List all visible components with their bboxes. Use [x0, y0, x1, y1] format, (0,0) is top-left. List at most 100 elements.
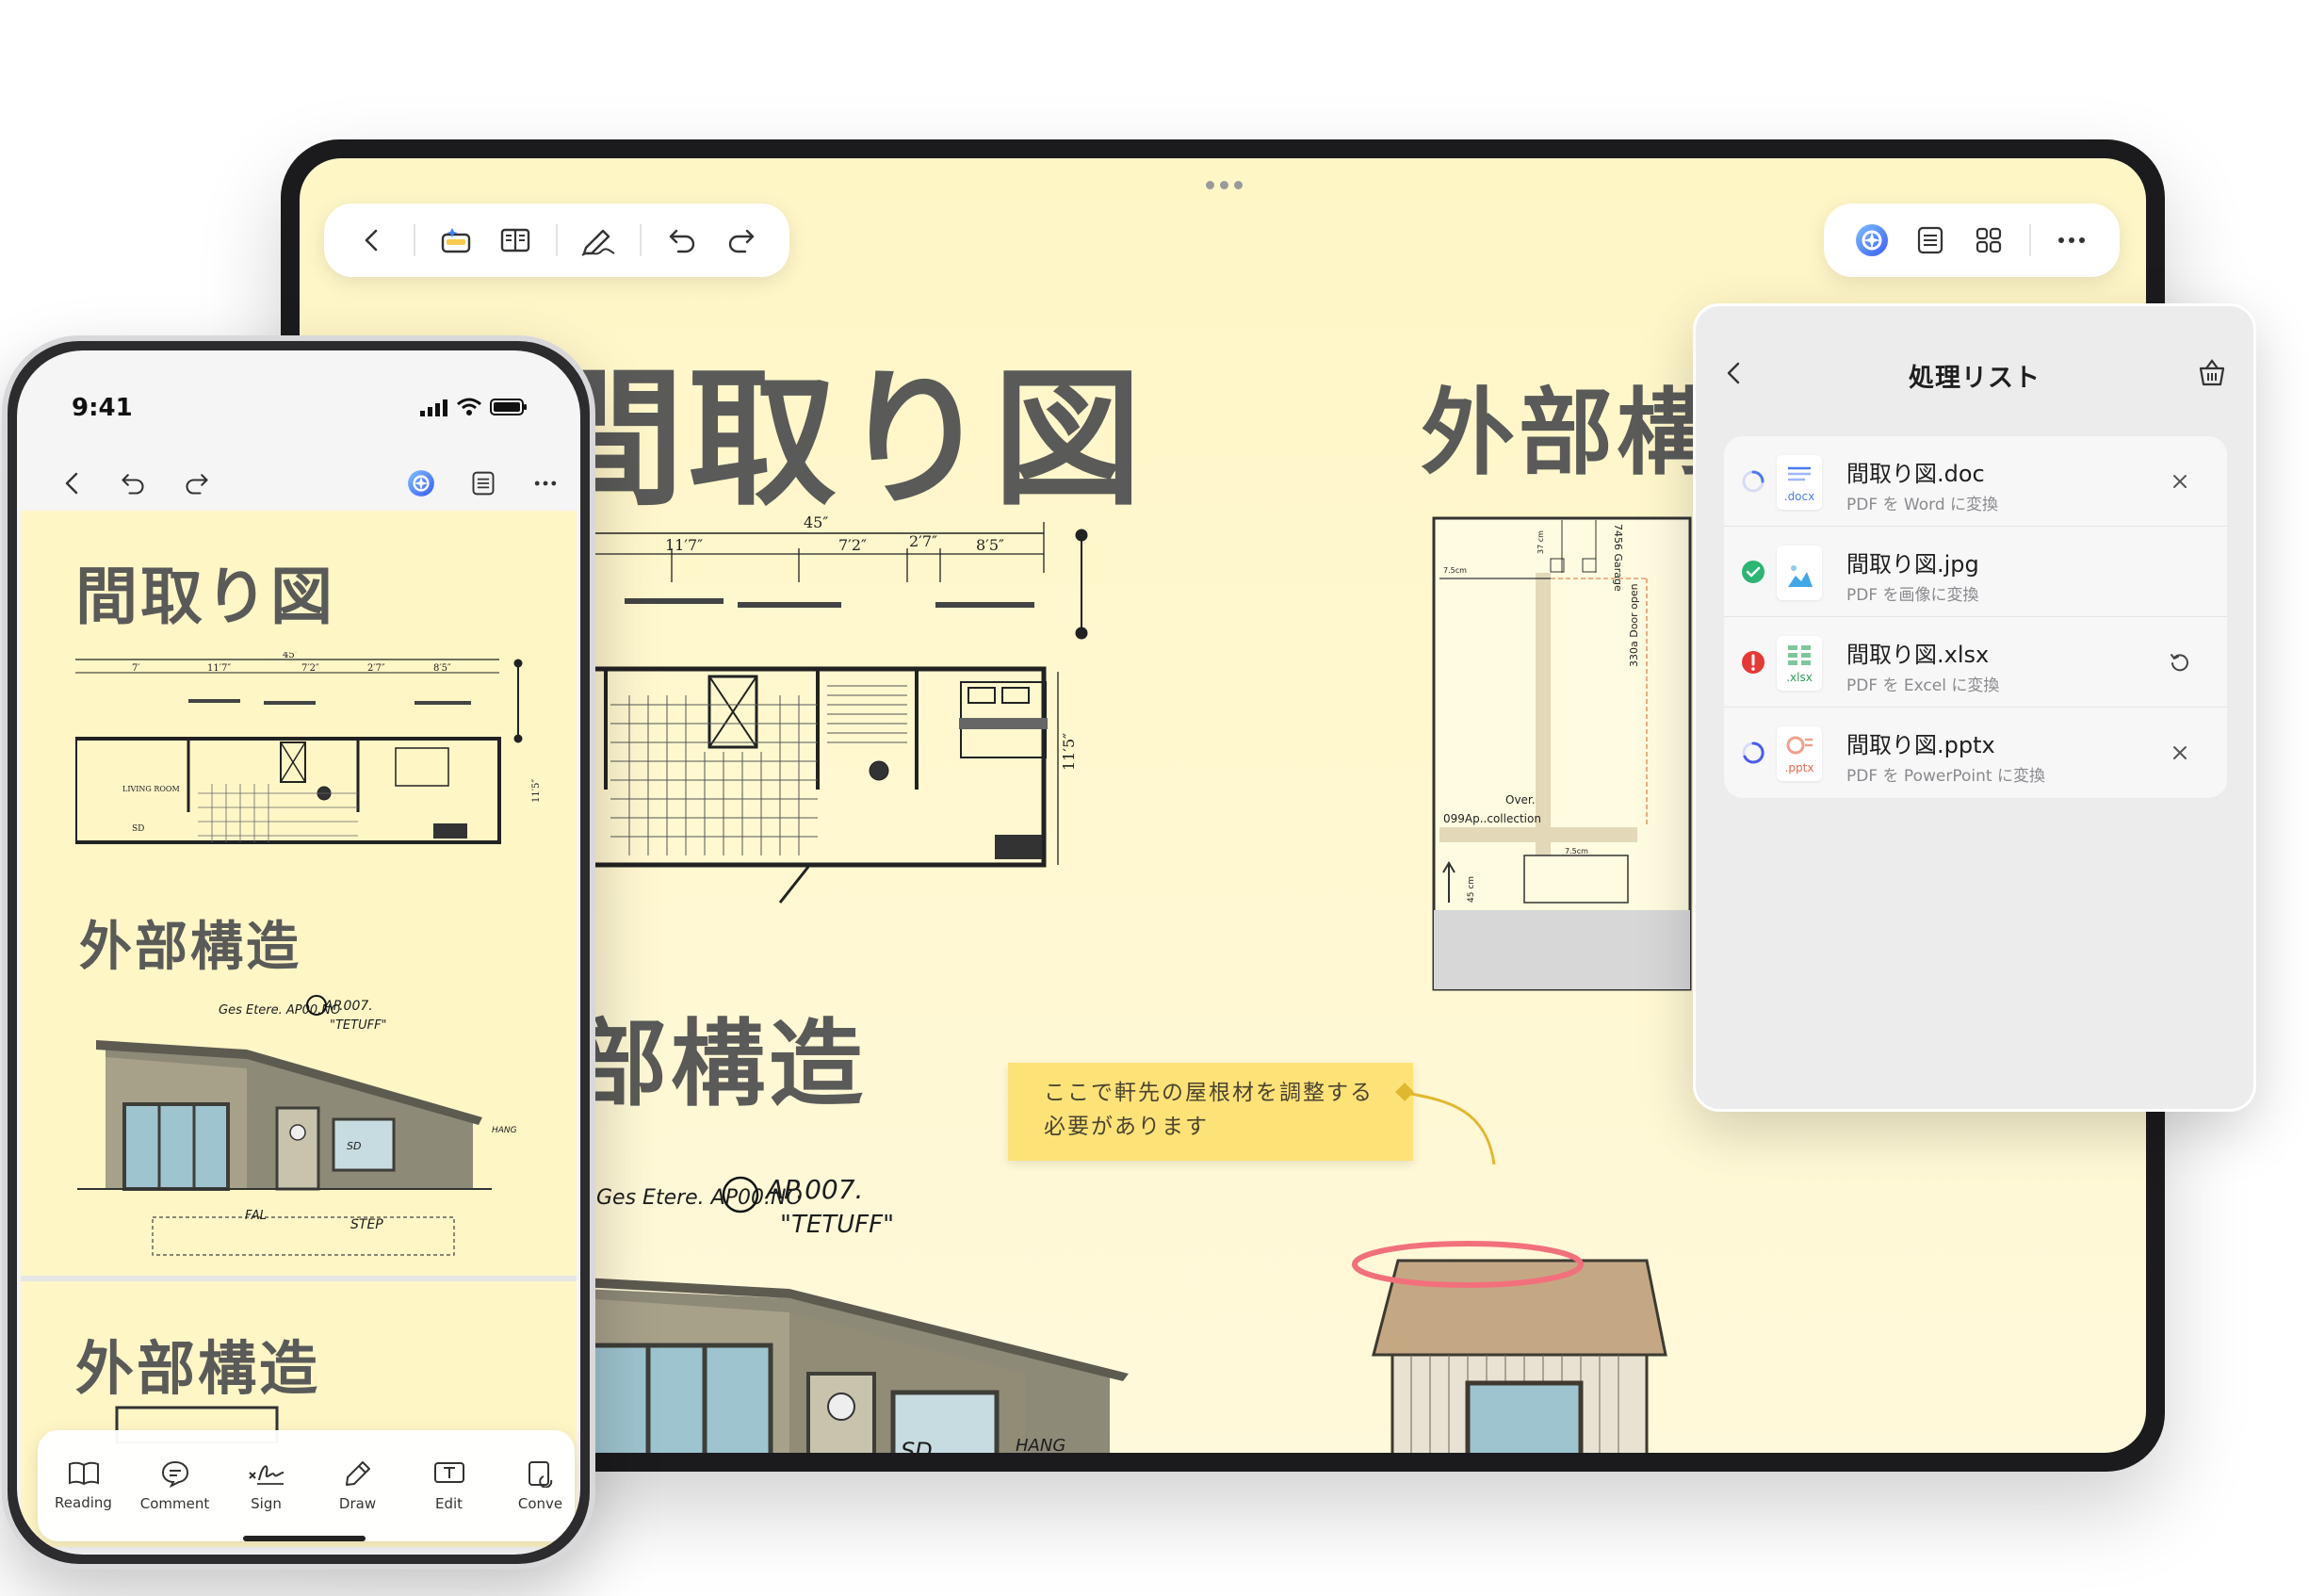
phone-bottom-toolbar: Reading Comment Sign Draw Edit Conve: [38, 1430, 575, 1541]
reader-icon[interactable]: [489, 213, 541, 268]
mini-plan-d5: 8′5″: [433, 663, 451, 674]
process-list: .docx 間取り図.doc PDF を Word に変換 間取り図.jpg P…: [1724, 436, 2227, 798]
elev-garage: 7456 Garage: [1612, 524, 1624, 592]
sketch-label-a2: AP.007.: [764, 1174, 863, 1205]
grid-icon[interactable]: [1963, 213, 2014, 268]
tool-comment[interactable]: Comment: [129, 1459, 220, 1512]
plan-label-d4: 8′5″: [976, 536, 1004, 554]
elev-over: Over.: [1505, 793, 1536, 806]
mini-plan-room: LIVING ROOM: [122, 785, 180, 793]
convert-icon: [528, 1461, 552, 1488]
success-check-icon: [1741, 560, 1765, 584]
phone-document: 間取り図 45″ 7′ 11′7″ 7′2″ 2′7″ 8′5″ LIVING …: [21, 511, 577, 1547]
retry-icon[interactable]: [2167, 649, 2193, 676]
sketch-label-a3: "TETUFF": [780, 1211, 894, 1239]
floor-plan-drawing: 45″ 11′7″ 7′2″ 2′7″ 8′5″ 11′5″: [573, 516, 1088, 904]
sketch-label-hang: HANG: [1016, 1436, 1065, 1453]
mini-plan-d1: 7′: [132, 663, 140, 674]
back-icon[interactable]: [51, 462, 94, 505]
close-icon[interactable]: [2167, 468, 2193, 495]
ai-assistant-icon[interactable]: [399, 462, 443, 505]
plan-label-overall: 45″: [804, 516, 828, 531]
file-conversion: PDF を Excel に変換: [1846, 676, 2000, 695]
process-item-doc[interactable]: .docx 間取り図.doc PDF を Word に変換: [1724, 436, 2227, 527]
battery-icon: [490, 399, 527, 415]
plan-label-d1: 11′7″: [665, 536, 703, 554]
process-item-xlsx[interactable]: .xlsx 間取り図.xlsx PDF を Excel に変換: [1724, 617, 2227, 708]
house-sketch-mini: Ges Etere. AP00.NO AP.007. "TETUFF" FAL …: [77, 995, 517, 1256]
image-file-icon: [1777, 546, 1822, 600]
ai-toolkit-icon[interactable]: [431, 213, 482, 268]
sign-draw-icon[interactable]: [573, 213, 625, 268]
toolbar-divider: [639, 224, 642, 256]
undo-icon[interactable]: [657, 213, 708, 268]
process-list-panel: 処理リスト .docx 間取り図.doc PDF を Word に変換 間取り図…: [1693, 303, 2256, 1112]
mini-plan-height: 11′5″: [531, 779, 542, 803]
more-icon[interactable]: [524, 462, 567, 505]
redo-icon[interactable]: [175, 462, 219, 505]
undo-icon[interactable]: [111, 462, 154, 505]
house-sketch-right: [1352, 1241, 1667, 1453]
elev-collection: 099Ap..collection: [1443, 812, 1541, 825]
process-item-jpg[interactable]: 間取り図.jpg PDF を画像に変換: [1724, 527, 2227, 617]
plan-label-d2: 7′2″: [838, 536, 867, 554]
error-icon: [1741, 650, 1765, 675]
signature-icon: [248, 1465, 284, 1485]
file-conversion: PDF を画像に変換: [1846, 586, 1979, 605]
status-icons: [420, 398, 528, 416]
list-icon[interactable]: [1905, 213, 1956, 268]
signal-icon: [420, 399, 447, 416]
sticky-note-comment[interactable]: ここで軒先の屋根材を調整する必要があります: [1008, 1063, 1413, 1161]
tablet-toolbar-right: [1824, 204, 2120, 277]
panel-title: 処理リスト: [1909, 364, 2041, 393]
doc-title-floorplan: 間取り図: [75, 560, 335, 633]
toolbar-divider: [2029, 224, 2031, 256]
plan-label-height: 11′5″: [1060, 733, 1078, 771]
house-sketch-left: Ges Etere. AP00.NO AP.007. "TETUFF" SD H…: [582, 1174, 1129, 1453]
multitasking-grabber[interactable]: [1206, 181, 1243, 189]
tool-draw[interactable]: Draw: [312, 1459, 403, 1512]
tool-label: Conve: [517, 1495, 563, 1512]
excel-file-icon: .xlsx: [1777, 636, 1822, 691]
file-conversion: PDF を PowerPoint に変換: [1846, 767, 2045, 786]
close-icon[interactable]: [2167, 740, 2193, 766]
comment-icon: [161, 1460, 188, 1488]
powerpoint-file-icon: .pptx: [1777, 726, 1822, 781]
tool-edit[interactable]: Edit: [403, 1459, 495, 1512]
mini-sketch-a3: "TETUFF": [330, 1018, 387, 1033]
elev-75cm: 7.5cm: [1443, 566, 1467, 575]
mini-plan-overall: 45″: [283, 652, 299, 660]
process-item-pptx[interactable]: .pptx 間取り図.pptx PDF を PowerPoint に変換: [1724, 708, 2227, 798]
spinner-icon: [1741, 469, 1765, 494]
tool-label: Edit: [434, 1495, 463, 1512]
doc-title-exterior: 外部構: [1421, 377, 1715, 488]
status-time: 9:41: [72, 394, 133, 422]
ai-assistant-icon[interactable]: [1846, 213, 1897, 268]
elev-45cm: 45 cm: [1467, 876, 1476, 903]
tool-label: Sign: [251, 1495, 282, 1512]
file-conversion: PDF を Word に変換: [1846, 496, 1999, 514]
more-icon[interactable]: [2046, 213, 2097, 268]
list-icon[interactable]: [462, 462, 505, 505]
tool-convert[interactable]: Conve: [495, 1459, 575, 1512]
floor-plan-drawing-mini: 45″ 7′ 11′7″ 7′2″ 2′7″ 8′5″ LIVING ROOM …: [75, 652, 542, 844]
file-name: 間取り図.doc: [1846, 461, 1985, 487]
edit-text-icon: [433, 1462, 464, 1483]
tool-sign[interactable]: Sign: [220, 1459, 312, 1512]
mini-sketch-hang: HANG: [492, 1126, 517, 1135]
phone-screen: 9:41 間取り図 45″ 7′ 11′7″ 7′2″ 2′7″ 8′5″ LI…: [17, 350, 580, 1555]
wifi-icon: [457, 398, 481, 415]
home-indicator[interactable]: [243, 1536, 366, 1541]
book-icon: [68, 1461, 99, 1486]
tool-label: Comment: [139, 1495, 210, 1512]
redo-icon[interactable]: [715, 213, 767, 268]
tool-reading[interactable]: Reading: [38, 1460, 129, 1511]
basket-icon[interactable]: [2197, 357, 2227, 391]
phone-device: 9:41 間取り図 45″ 7′ 11′7″ 7′2″ 2′7″ 8′5″ LI…: [2, 335, 595, 1570]
file-ext: .pptx: [1784, 761, 1814, 774]
back-icon[interactable]: [347, 213, 398, 268]
word-file-icon: .docx: [1777, 455, 1822, 510]
sketch-label-sd: SD: [901, 1438, 933, 1453]
doc-title-structure: 部構造: [573, 1008, 867, 1119]
mini-sketch-a2: AP.007.: [323, 999, 373, 1014]
